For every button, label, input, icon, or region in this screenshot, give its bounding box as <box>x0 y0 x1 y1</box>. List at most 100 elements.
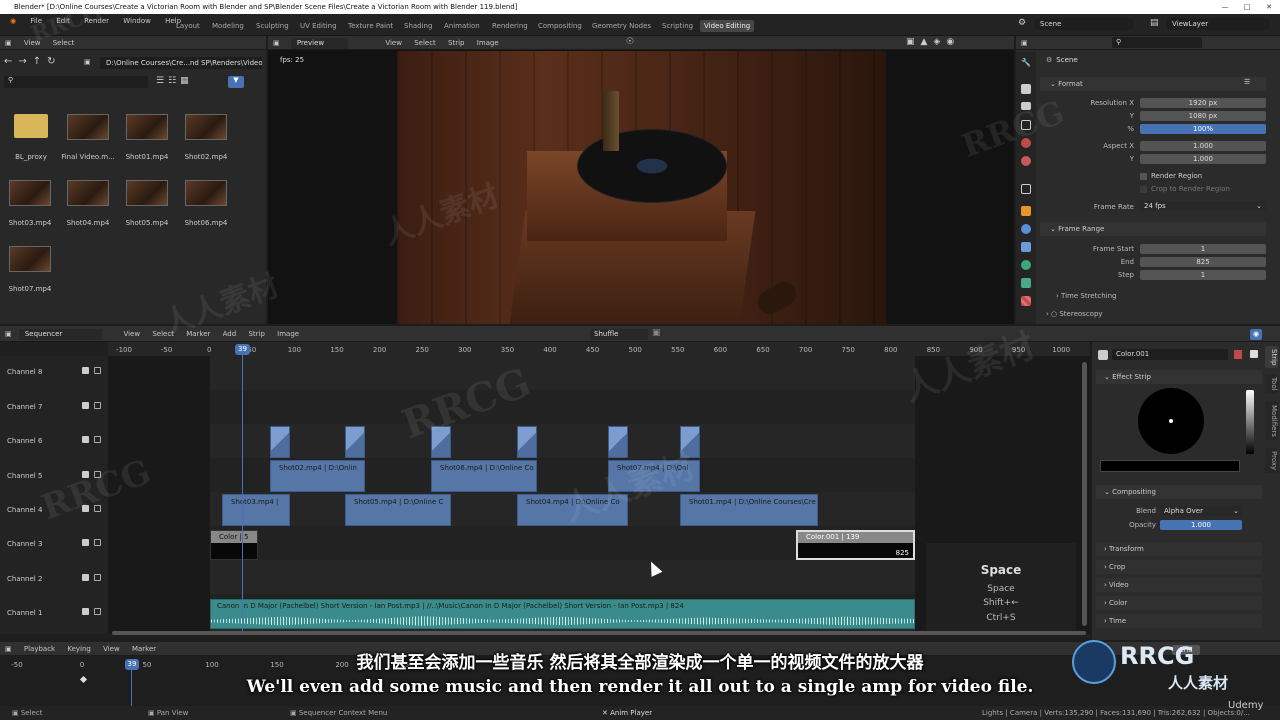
sound-strip[interactable]: Canon In D Major (Pachelbel) Short Versi… <box>210 599 915 629</box>
preview-menu-view[interactable]: View <box>380 36 407 50</box>
crop-panel[interactable]: › Crop <box>1096 560 1262 574</box>
video-thumbnail[interactable] <box>185 114 227 140</box>
tab-geometry-nodes[interactable]: Geometry Nodes <box>588 20 655 32</box>
properties-search-input[interactable]: ⚲ <box>1112 37 1202 48</box>
movie-strip-shot02[interactable]: Shot02.mp4 | D:\Onlin <box>270 460 365 492</box>
value-slider[interactable] <box>1246 390 1254 454</box>
transition-strip[interactable] <box>517 426 537 458</box>
tab-uv-editing[interactable]: UV Editing <box>296 20 341 32</box>
timeline-menu-view[interactable]: View <box>98 642 125 656</box>
color-strip-selected[interactable]: Color.001 | 139 825 <box>796 530 915 560</box>
mute-checkbox[interactable] <box>82 367 89 374</box>
maximize-icon[interactable]: □ <box>1236 0 1258 14</box>
mute-checkbox[interactable] <box>82 539 89 546</box>
frame-end-field[interactable]: 825 <box>1140 257 1266 267</box>
tab-scripting[interactable]: Scripting <box>658 20 697 32</box>
video-thumbnail[interactable] <box>67 180 109 206</box>
lock-icon[interactable] <box>94 436 101 443</box>
tab-strip[interactable]: Strip <box>1265 346 1278 369</box>
editor-type-icon[interactable]: ▣ <box>268 36 285 50</box>
tab-proxy[interactable]: Proxy <box>1265 448 1278 474</box>
frame-step-field[interactable]: 1 <box>1140 270 1266 280</box>
seq-menu-image[interactable]: Image <box>272 326 304 342</box>
lock-icon[interactable] <box>94 574 101 581</box>
timeline-menu-keying[interactable]: Keying <box>62 642 96 656</box>
movie-strip-shot06[interactable]: Shot06.mp4 | D:\Online Co <box>431 460 537 492</box>
scene-selector[interactable]: Scene <box>1034 18 1134 30</box>
strip-enable-checkbox[interactable] <box>1250 350 1258 358</box>
texture-tab-icon[interactable] <box>1021 296 1031 306</box>
transition-strip[interactable] <box>431 426 451 458</box>
transition-strip[interactable] <box>345 426 365 458</box>
sequencer-editor-select[interactable]: Sequencer <box>18 329 103 340</box>
tab-modifiers[interactable]: Modifiers <box>1265 402 1278 440</box>
mute-checkbox[interactable] <box>82 436 89 443</box>
view-layer-icon[interactable]: ▤ <box>1150 18 1162 30</box>
strip-color-tag-icon[interactable] <box>1234 350 1242 359</box>
stereoscopy-panel[interactable]: › ○ Stereoscopy <box>1046 310 1103 318</box>
video-thumbnail[interactable] <box>126 180 168 206</box>
video-thumbnail[interactable] <box>185 180 227 206</box>
tab-shading[interactable]: Shading <box>400 20 436 32</box>
lock-icon[interactable] <box>94 505 101 512</box>
preview-overlay-icons[interactable]: ▣▲◈◉ <box>906 37 1006 49</box>
transform-panel[interactable]: › Transform <box>1096 542 1262 556</box>
video-thumbnail[interactable] <box>67 114 109 140</box>
tab-modeling[interactable]: Modeling <box>208 20 248 32</box>
opacity-slider[interactable]: 1.000 <box>1160 520 1242 530</box>
resolution-x-field[interactable]: 1920 px <box>1140 98 1266 108</box>
compositing-panel[interactable]: ⌄ Compositing <box>1096 485 1262 499</box>
tool-tab-icon[interactable]: 🔧 <box>1021 58 1031 68</box>
view-layer-tab-icon[interactable] <box>1021 120 1031 130</box>
movie-strip-shot07[interactable]: Shot07.mp4 | D:\Onl <box>608 460 700 492</box>
lock-icon[interactable] <box>94 402 101 409</box>
object-tab-icon[interactable] <box>1021 206 1031 216</box>
preview-menu-strip[interactable]: Strip <box>443 36 469 50</box>
crop-region-checkbox[interactable] <box>1140 186 1147 193</box>
collection-tab-icon[interactable] <box>1021 184 1031 194</box>
minimize-icon[interactable]: — <box>1214 0 1236 14</box>
movie-strip-shot05[interactable]: Shot05.mp4 | D:\Online C <box>345 494 451 526</box>
transition-strip[interactable] <box>608 426 628 458</box>
close-icon[interactable]: ✕ <box>1258 0 1280 14</box>
seq-menu-strip[interactable]: Strip <box>243 326 269 342</box>
tab-animation[interactable]: Animation <box>440 20 484 32</box>
tab-compositing[interactable]: Compositing <box>534 20 586 32</box>
blender-logo-icon[interactable]: ◉ <box>4 10 22 32</box>
view-layer-selector[interactable]: ViewLayer <box>1166 18 1270 30</box>
color-swatch[interactable] <box>1100 460 1240 472</box>
movie-strip-shot03[interactable]: Shot03.mp4 | <box>222 494 290 526</box>
fb-menu-select[interactable]: Select <box>48 36 80 50</box>
seq-menu-view[interactable]: View <box>119 326 146 342</box>
path-field[interactable]: D:\Online Courses\Cre...nd SP\Renders\Vi… <box>100 57 262 69</box>
constraints-tab-icon[interactable] <box>1021 278 1031 288</box>
menu-window[interactable]: Window <box>117 10 157 32</box>
pivot-icon[interactable]: ☉ <box>626 37 642 49</box>
mute-checkbox[interactable] <box>82 505 89 512</box>
preview-mode-select[interactable]: Preview <box>290 38 349 49</box>
render-region-checkbox[interactable] <box>1140 173 1147 180</box>
tab-video-editing[interactable]: Video Editing <box>700 20 755 32</box>
preview-menu-select[interactable]: Select <box>409 36 441 50</box>
editor-type-icon[interactable]: ▣ <box>0 36 17 50</box>
particles-tab-icon[interactable] <box>1021 242 1031 252</box>
aspect-y-field[interactable]: 1.000 <box>1140 154 1266 164</box>
seq-menu-select[interactable]: Select <box>147 326 179 342</box>
filter-icon[interactable]: ▼ <box>228 76 244 88</box>
effect-strip-panel[interactable]: ⌄ Effect Strip <box>1096 370 1262 384</box>
video-thumbnail[interactable] <box>9 246 51 272</box>
video-thumbnail[interactable] <box>9 180 51 206</box>
vertical-scrollbar[interactable] <box>1082 362 1087 626</box>
menu-render[interactable]: Render <box>78 10 115 32</box>
video-panel[interactable]: › Video <box>1096 578 1262 592</box>
frame-start-field[interactable]: 1 <box>1140 244 1266 254</box>
timeline-menu-marker[interactable]: Marker <box>127 642 161 656</box>
tab-rendering[interactable]: Rendering <box>488 20 532 32</box>
overlay-toggle-icon[interactable]: ◉ <box>1250 329 1262 340</box>
movie-strip-shot04[interactable]: Shot04.mp4 | D:\Online Co <box>517 494 628 526</box>
mute-checkbox[interactable] <box>82 574 89 581</box>
editor-type-icon[interactable]: ▣ <box>1016 36 1033 50</box>
transition-strip[interactable] <box>270 426 290 458</box>
timeline-menu-playback[interactable]: Playback <box>19 642 60 656</box>
new-folder-icon[interactable]: ▣ <box>84 58 96 68</box>
